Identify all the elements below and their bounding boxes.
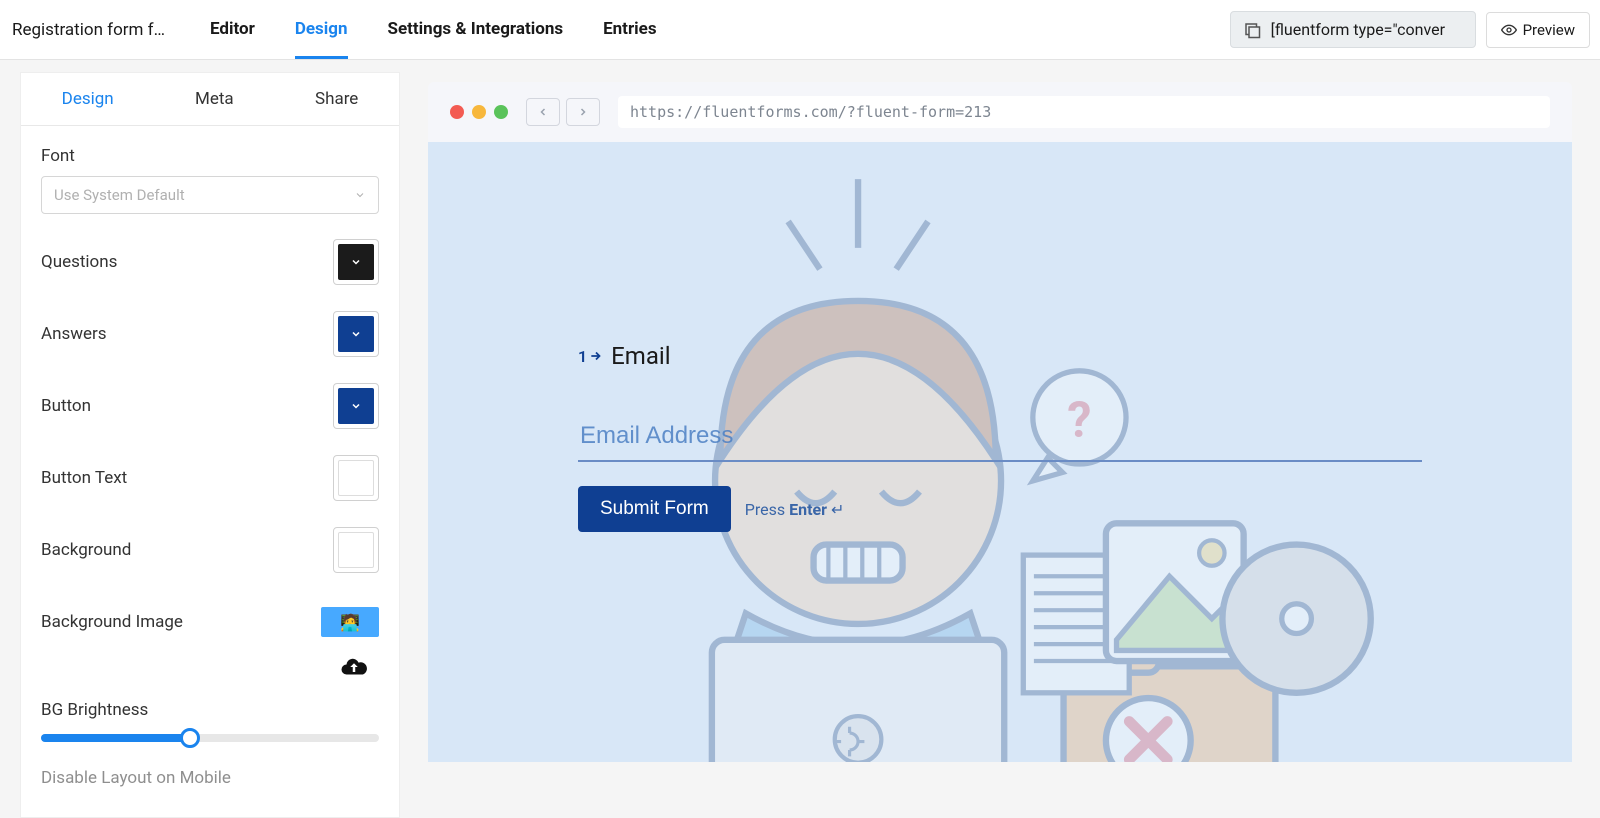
form-preview-area: ?	[428, 142, 1572, 762]
nav-back[interactable]	[526, 98, 560, 126]
questions-color-swatch[interactable]	[333, 239, 379, 285]
shortcode-box[interactable]: [fluentform type="conver	[1230, 11, 1476, 48]
font-label: Font	[41, 146, 379, 166]
tab-settings[interactable]: Settings & Integrations	[388, 1, 564, 59]
answers-color-label: Answers	[41, 324, 107, 344]
button-text-color-label: Button Text	[41, 468, 127, 488]
nav-forward[interactable]	[566, 98, 600, 126]
background-color-label: Background	[41, 540, 131, 560]
button-color-swatch[interactable]	[333, 383, 379, 429]
email-input[interactable]	[578, 416, 1422, 462]
disable-layout-mobile-label: Disable Layout on Mobile	[41, 768, 379, 788]
answers-color-swatch[interactable]	[333, 311, 379, 357]
slider-thumb[interactable]	[180, 728, 200, 748]
button-text-color-swatch[interactable]	[333, 455, 379, 501]
subtab-share[interactable]: Share	[315, 73, 358, 125]
brightness-label: BG Brightness	[41, 700, 379, 720]
tab-entries[interactable]: Entries	[603, 1, 656, 59]
preview-canvas: https://fluentforms.com/?fluent-form=213…	[400, 60, 1600, 818]
tab-editor[interactable]: Editor	[210, 1, 255, 59]
arrow-right-icon	[589, 349, 603, 363]
shortcode-text: [fluentform type="conver	[1271, 20, 1445, 39]
subtab-design[interactable]: Design	[62, 73, 114, 125]
subtab-meta[interactable]: Meta	[195, 73, 234, 125]
questions-color-label: Questions	[41, 252, 117, 272]
preview-button[interactable]: Preview	[1486, 12, 1590, 48]
shortcode-icon	[1243, 21, 1261, 39]
browser-url: https://fluentforms.com/?fluent-form=213	[618, 96, 1550, 128]
preview-label: Preview	[1523, 21, 1575, 39]
sidebar-tabs: Design Meta Share	[21, 73, 399, 126]
font-select[interactable]: Use System Default	[41, 176, 379, 214]
top-nav: Registration form f… Editor Design Setti…	[0, 0, 1600, 60]
form-title: Registration form f…	[10, 20, 180, 40]
question-text: Email	[611, 342, 670, 370]
background-color-swatch[interactable]	[333, 527, 379, 573]
bg-image-thumbnail[interactable]: 🧑‍💻	[321, 607, 379, 637]
bg-image-label: Background Image	[41, 612, 183, 632]
browser-chrome: https://fluentforms.com/?fluent-form=213	[428, 82, 1572, 142]
font-placeholder: Use System Default	[54, 186, 185, 204]
question-label-row: 1 Email	[578, 342, 1422, 370]
submit-button[interactable]: Submit Form	[578, 486, 731, 532]
main-tabs: Editor Design Settings & Integrations En…	[210, 1, 657, 59]
tab-design[interactable]: Design	[295, 1, 348, 59]
press-enter-hint: Press Enter ↵	[745, 500, 845, 519]
brightness-slider[interactable]	[41, 734, 379, 742]
design-sidebar: Design Meta Share Font Use System Defaul…	[20, 72, 400, 818]
button-color-label: Button	[41, 396, 91, 416]
chevron-down-icon	[354, 189, 366, 201]
window-dots	[450, 105, 508, 119]
eye-icon	[1501, 22, 1517, 38]
question-number: 1	[578, 347, 603, 366]
upload-bg-image[interactable]	[41, 652, 379, 682]
